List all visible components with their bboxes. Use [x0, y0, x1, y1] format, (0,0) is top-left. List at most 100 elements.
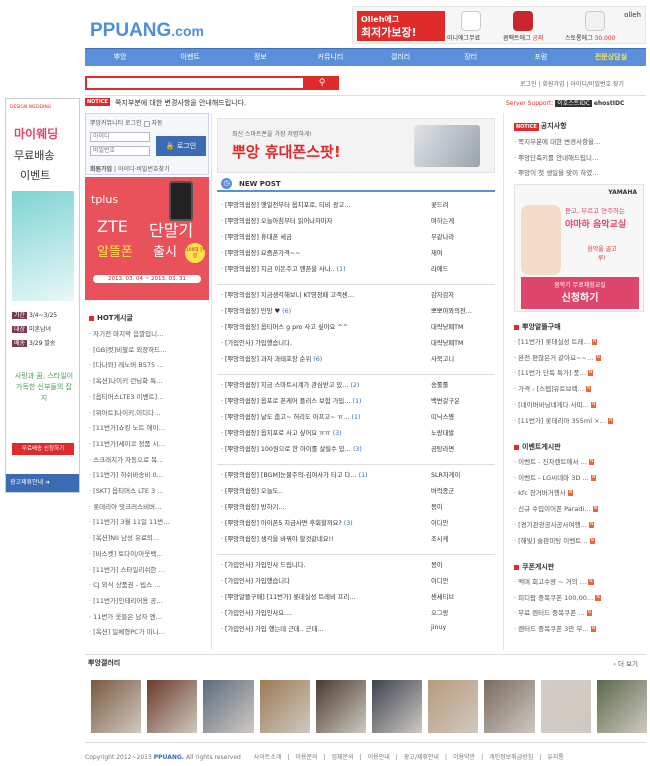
footer-link[interactable]: 개인정보취급방침 [489, 754, 533, 761]
post-row[interactable]: · [뿌앙의쉼장] 생각을 바꿔야 할것같네요!! [221, 534, 491, 543]
post-title[interactable]: · [뿌앙의쉼장] 옵지포로 사고 싶어요 ㅠㅠ [221, 430, 331, 437]
post-author[interactable]: 라에드 [431, 264, 448, 273]
list-item[interactable]: · 가격 - [스텝]유트브랙… N [514, 382, 644, 398]
footer-link[interactable]: 광고/제휴안내 [404, 754, 439, 761]
post-row[interactable]: · [뿌앙의쉼장] 방하기.... [221, 502, 491, 511]
notice-text[interactable]: 쪽지부분에 대한 변경사항을 안내해드립니다. [115, 98, 246, 108]
list-item[interactable]: · [SKT] 옵티머스 LTE 3 … [89, 484, 211, 500]
list-item[interactable]: · [11번가] 스타일리쉬한 … [89, 563, 211, 579]
gallery-thumbnail[interactable] [203, 680, 254, 733]
list-item[interactable]: · [GB]컷]비팔로 외장하드… [89, 343, 211, 359]
post-author[interactable]: 백변갈구운 [431, 396, 460, 405]
post-author[interactable]: 재여 [431, 248, 443, 257]
post-author[interactable]: 곰탕라면 [431, 444, 454, 453]
post-title[interactable]: · [가입인사] 가입인사요.... [221, 610, 292, 617]
list-item[interactable]: · [옥션]나이키 런닝화 특… [89, 374, 211, 390]
post-title[interactable]: · [뿌앙의쉼장] 생각을 바꿔야 할것같네요!! [221, 536, 334, 543]
list-item[interactable]: · 신규 수입이어폰 Paradi… N [514, 502, 644, 518]
post-author[interactable]: 감자감자 [431, 290, 454, 299]
list-item[interactable]: · 맥며 회고수량 ~ 거의 … N [514, 575, 644, 591]
list-item[interactable]: · [경기관광공사공사여행… N [514, 518, 644, 534]
login-button[interactable]: 🔒 로그인 [156, 136, 206, 156]
post-title[interactable]: · [뿌앙의쉼장] 지금 스마트시계가 관심받고 있… [221, 382, 349, 389]
nav-item-home[interactable]: 뿌앙 [85, 49, 155, 66]
list-item[interactable]: · [11번가] 허쉬바송비 0… [89, 468, 211, 484]
login-id-input[interactable] [90, 132, 150, 142]
post-author[interactable]: SLR자게이 [431, 470, 460, 479]
list-item[interactable]: · 뿌앙이 첫 생일을 맞이 하였… [514, 166, 644, 182]
nav-item-community[interactable]: 커뮤니티 [295, 49, 365, 66]
list-item[interactable]: · [11번가]인테리어용 공… [89, 594, 211, 610]
footer-link[interactable]: 이용문의 [295, 754, 317, 761]
post-title[interactable]: · [가입인사] 가입했습니다. [221, 340, 292, 347]
post-row[interactable]: · [뿌앙의쉼장] 아이폰5 지금사면 후회할까요? (3) [221, 518, 491, 527]
footer-link[interactable]: 이용안내 [368, 754, 390, 761]
post-author[interactable]: 며하는게 [431, 216, 454, 225]
post-author[interactable]: 센세티브 [431, 592, 454, 601]
list-item[interactable]: · 스크래치가 자동으로 복… [89, 453, 211, 469]
site-logo[interactable]: PPUANG.com [90, 20, 204, 42]
post-title[interactable]: · [뿌앙의쉼장] 100원으로 한 아이를 살릴수 있… [221, 446, 351, 453]
post-author[interactable]: 대략낭패TM [431, 322, 463, 331]
ad-partnership-link[interactable]: 광고제휴안내 ➜ [6, 474, 79, 492]
post-title[interactable]: · [뿌앙의쉼장] 지금 이돈주고 핸폰을 사나.. [221, 266, 335, 273]
wedding-cta-button[interactable]: 무료배송 신청하기 [12, 443, 74, 455]
post-author[interactable]: 무같나라 [431, 232, 454, 241]
post-row[interactable]: · [가입인사] 가입했습니다 [221, 576, 491, 585]
nav-item-gallery[interactable]: 갤러리 [366, 49, 436, 66]
post-author[interactable]: 조시케 [431, 534, 448, 543]
list-item[interactable]: · 무료 렌터드 중복쿠폰 … N [514, 606, 644, 622]
footer-link[interactable]: 이용약관 [453, 754, 475, 761]
post-author[interactable]: 대략낭패TM [431, 338, 463, 347]
list-item[interactable]: · 완전 편찮은거 같아요~~… N [514, 351, 644, 367]
post-title[interactable]: · [가입인사] 가입인사 드립니다. [221, 562, 305, 569]
list-item[interactable]: · [옥션] 일체형PC가 미니… [89, 625, 211, 641]
post-title[interactable]: · [뿌앙의쉼장] 지금생각해보니 KT영정패 고객센… [221, 292, 354, 299]
register-button[interactable]: 회원가입 [90, 166, 112, 173]
gallery-more-link[interactable]: › 더 보기 [613, 658, 638, 668]
list-item[interactable]: · [11번가]세이코 정품 시… [89, 437, 211, 453]
post-title[interactable]: · [뿌앙의쉼장] [BGM]눈물주의-김여사가 타고 다… [221, 472, 357, 479]
gallery-thumbnail[interactable] [315, 680, 367, 733]
list-item[interactable]: · 쪽지부분에 대한 변경사항을… [514, 135, 644, 151]
gallery-thumbnail[interactable] [372, 680, 423, 733]
list-item[interactable]: · [옥션]NII 남성 유료퇴… [89, 531, 211, 547]
post-title[interactable]: · [뿌앙알뜰구매] [11번가] 롯데실성 트레비 프리… [221, 594, 356, 601]
list-item[interactable]: · 뿌앙단축키를 안내해드립니… [514, 151, 644, 167]
nav-item-consult[interactable]: 전문상담실 [576, 49, 646, 66]
list-item[interactable]: · kfc 장거버거행사 N [514, 486, 644, 502]
nav-item-info[interactable]: 정보 [225, 49, 295, 66]
list-item[interactable]: · CJ 외식 상품권 - 빕스 … [89, 578, 211, 594]
post-title[interactable]: · [뿌앙의쉼장] 날도 춥고~ 허리도 아프고~ ㅠ… [221, 414, 349, 421]
list-item[interactable]: · [11번가]쇼킹 노트 에이… [89, 421, 211, 437]
list-item[interactable]: · [11번가] 3월 11일 11번… [89, 515, 211, 531]
post-author[interactable]: 몽이 [431, 502, 443, 511]
nav-item-event[interactable]: 이벤트 [155, 49, 225, 66]
list-item[interactable]: · 피디팝 중복쿠폰 100,00… N [514, 591, 644, 607]
zte-phone-ad[interactable]: tplus ZTE 단말기 알뜰폰 출시 100대 한정 2013. 03. 0… [85, 177, 209, 300]
search-input[interactable] [85, 76, 305, 90]
post-author[interactable]: 사북고니 [431, 354, 454, 363]
login-password-input[interactable] [90, 146, 150, 156]
list-item[interactable]: · [위아트]나이키,이디다… [89, 406, 211, 422]
search-button[interactable]: ⚲ [305, 76, 339, 90]
post-author[interactable]: 꽃드려 [431, 200, 448, 209]
list-item[interactable]: · [11번가 단독 특가] 풍… N [514, 366, 644, 382]
post-author[interactable]: 버럭종군 [431, 486, 454, 495]
list-item[interactable]: · [바스켓] 토다이/아웃백… [89, 547, 211, 563]
post-author[interactable]: 뽀뽀야와의전… [431, 306, 472, 315]
nav-item-market[interactable]: 장터 [436, 49, 506, 66]
post-row[interactable]: · [가입인사] 가입인사 드립니다. [221, 560, 491, 569]
gallery-thumbnail[interactable] [596, 680, 648, 733]
post-author[interactable]: jinuy [431, 624, 446, 631]
post-row[interactable]: · [가입인사] 가입 했는데 근데.. 근데… [221, 624, 491, 633]
yamaha-cta[interactable]: 봄학기 무료체험교실 신청하기 [521, 277, 639, 309]
server-support[interactable]: Server Support: 이호스트IDC ehostIDC [506, 98, 624, 107]
post-title[interactable]: · [뿌앙의쉼장] 옵티머스 g pro 사고 싶어요 ^^ [221, 324, 348, 331]
register-link[interactable]: 회원가입 [542, 81, 564, 88]
post-title[interactable]: · [가입인사] 가입했습니다 [221, 578, 290, 585]
post-title[interactable]: · [가입인사] 가입 했는데 근데.. 근데… [221, 626, 324, 633]
list-item[interactable]: · 롯데리아 맛크러스비버… [89, 500, 211, 516]
list-item[interactable]: · [네이버바닝네게다 사띠… N [514, 398, 644, 414]
post-author[interactable]: 이디안 [431, 576, 448, 585]
